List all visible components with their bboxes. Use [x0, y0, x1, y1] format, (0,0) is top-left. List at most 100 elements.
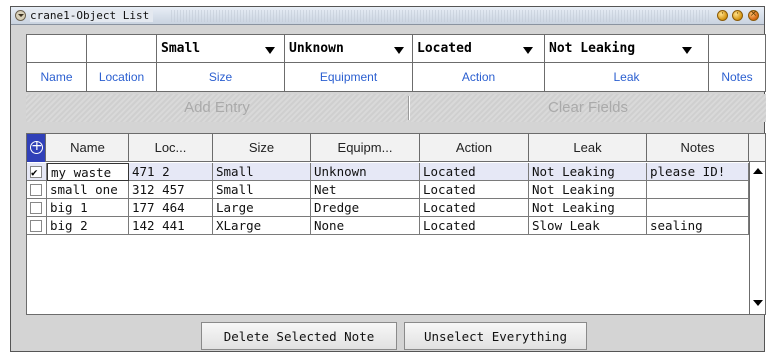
equipment-dropdown-value: Unknown [289, 41, 344, 56]
leak-dropdown-value: Not Leaking [549, 41, 636, 56]
cell-notes[interactable]: please ID! [647, 163, 749, 181]
chevron-down-icon [265, 47, 275, 54]
equipment-entry-cell: Unknown Equipment [285, 35, 413, 91]
title-bar-grip [171, 10, 711, 22]
cell-action[interactable]: Located [420, 181, 529, 199]
cell-name[interactable]: big 1 [47, 199, 129, 217]
row-checkbox-cell [27, 163, 47, 181]
size-label: Size [208, 70, 233, 84]
action-entry-cell: Located Action [413, 35, 545, 91]
action-label: Action [461, 70, 496, 84]
column-header-size[interactable]: Size [213, 134, 311, 162]
leak-label: Leak [613, 70, 640, 84]
add-entry-button[interactable]: Add Entry [26, 94, 408, 122]
column-header-action[interactable]: Action [420, 134, 529, 162]
cell-notes[interactable] [647, 199, 749, 217]
table-row[interactable]: big 1 177 464 Large Dredge Located Not Leakin… [27, 199, 749, 217]
maximize-button[interactable]: · [732, 9, 743, 21]
row-checkbox[interactable] [30, 184, 42, 196]
cell-notes[interactable] [647, 181, 749, 199]
clear-fields-button[interactable]: Clear Fields [410, 94, 766, 122]
unselect-everything-button[interactable]: Unselect Everything [404, 322, 587, 350]
vertical-scrollbar[interactable] [749, 162, 765, 314]
equipment-dropdown[interactable]: Unknown [285, 35, 412, 63]
window-title: crane1-Object List [30, 9, 154, 22]
select-all-icon[interactable] [27, 134, 46, 162]
title-bar[interactable]: crane1-Object List · · × [11, 7, 764, 25]
table-row[interactable]: my waste471 2SmallUnknownLocatedNot Leak… [27, 163, 749, 181]
chevron-down-icon [394, 47, 404, 54]
row-checkbox-cell [27, 199, 47, 217]
table-row[interactable]: small one 312 457 Small Net Located Not Leaki… [27, 181, 749, 199]
cell-location[interactable]: 177 464 [129, 199, 213, 217]
size-dropdown[interactable]: Small [157, 35, 284, 63]
cell-name[interactable]: small one [47, 181, 129, 199]
leak-dropdown[interactable]: Not Leaking [545, 35, 708, 63]
cell-size[interactable]: Small [213, 163, 311, 181]
location-entry-cell: Location [87, 35, 157, 91]
delete-selected-note-button[interactable]: Delete Selected Note [201, 322, 397, 350]
cell-size[interactable]: Small [213, 181, 311, 199]
column-header-leak[interactable]: Leak [529, 134, 647, 162]
cell-size[interactable]: Large [213, 199, 311, 217]
chevron-down-icon [523, 47, 533, 54]
notes-label: Notes [721, 70, 753, 84]
row-checkbox[interactable] [30, 164, 42, 180]
table-row[interactable]: big 2 142 441 XLarge None Located Slow Leak se… [27, 217, 749, 235]
name-entry-cell: Name [27, 35, 87, 91]
cell-leak[interactable]: Not Leaking [529, 199, 647, 217]
size-entry-cell: Small Size [157, 35, 285, 91]
close-button[interactable]: × [748, 9, 759, 21]
action-dropdown-value: Located [417, 41, 472, 56]
notes-entry-cell: Notes [709, 35, 765, 91]
table-header: Name Loc... Size Equipm... Action Leak N… [27, 134, 765, 162]
location-label: Location [98, 70, 145, 84]
name-label: Name [40, 70, 73, 84]
leak-entry-cell: Not Leaking Leak [545, 35, 709, 91]
bottom-actions: Delete Selected Note Unselect Everything [21, 315, 766, 356]
cell-equipment[interactable]: Dredge [311, 199, 420, 217]
action-dropdown[interactable]: Located [413, 35, 544, 63]
location-input[interactable] [87, 35, 156, 63]
column-header-location[interactable]: Loc... [129, 134, 213, 162]
cell-name[interactable]: my waste [47, 163, 129, 181]
cell-equipment[interactable]: Net [311, 181, 420, 199]
size-dropdown-value: Small [161, 41, 201, 56]
cell-size[interactable]: XLarge [213, 217, 311, 235]
entry-form: Name Location Small Size Unknown Equipme… [26, 34, 766, 92]
cell-name[interactable]: big 2 [47, 217, 129, 235]
cell-leak[interactable]: Not Leaking [529, 163, 647, 181]
minimize-button[interactable]: · [717, 9, 728, 21]
row-checkbox[interactable] [30, 202, 42, 214]
cell-action[interactable]: Located [420, 163, 529, 181]
entry-actions: Add Entry Clear Fields [26, 94, 766, 122]
row-checkbox-cell [27, 217, 47, 235]
close-icon: × [749, 9, 758, 19]
cell-action[interactable]: Located [420, 217, 529, 235]
cell-leak[interactable]: Not Leaking [529, 181, 647, 199]
maximize-icon: · [736, 9, 739, 19]
scroll-up-icon[interactable] [753, 168, 763, 174]
cell-location[interactable]: 471 2 [129, 163, 213, 181]
object-list-window: crane1-Object List · · × Name Location S… [10, 6, 766, 352]
cell-equipment[interactable]: Unknown [311, 163, 420, 181]
cell-notes[interactable]: sealing [647, 217, 749, 235]
column-header-notes[interactable]: Notes [647, 134, 749, 162]
notes-input[interactable] [709, 35, 765, 63]
row-checkbox-cell [27, 181, 47, 199]
cell-location[interactable]: 312 457 [129, 181, 213, 199]
window-menu-icon[interactable] [15, 10, 26, 21]
minimize-icon: · [721, 9, 724, 19]
object-table: Name Loc... Size Equipm... Action Leak N… [26, 133, 766, 315]
equipment-label: Equipment [319, 70, 378, 84]
chevron-down-icon [682, 47, 692, 54]
cell-action[interactable]: Located [420, 199, 529, 217]
name-input[interactable] [27, 35, 86, 63]
cell-location[interactable]: 142 441 [129, 217, 213, 235]
row-checkbox[interactable] [30, 220, 42, 232]
column-header-name[interactable]: Name [47, 134, 129, 162]
column-header-equipment[interactable]: Equipm... [311, 134, 420, 162]
cell-leak[interactable]: Slow Leak [529, 217, 647, 235]
cell-equipment[interactable]: None [311, 217, 420, 235]
scroll-down-icon[interactable] [753, 300, 763, 306]
